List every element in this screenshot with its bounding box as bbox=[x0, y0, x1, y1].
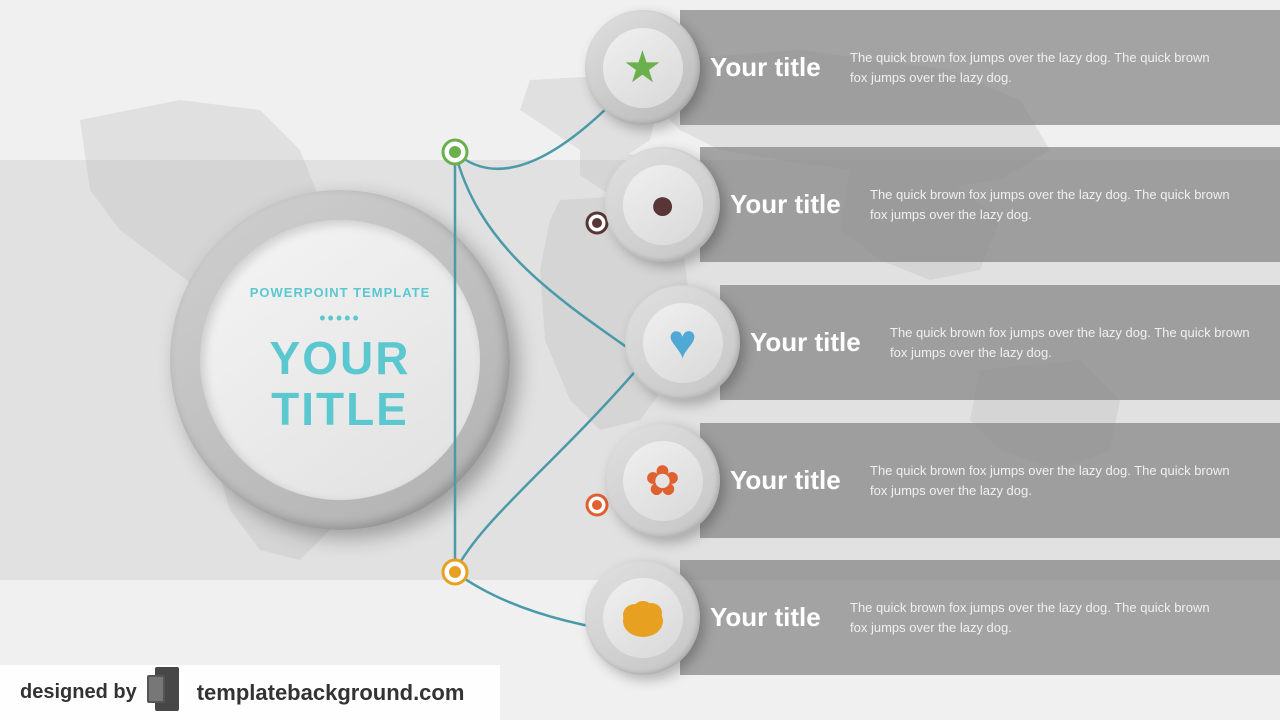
circle-icon: ● bbox=[649, 180, 676, 230]
panel-icon-inner-4: ✿ bbox=[623, 441, 703, 521]
footer-url: templatebackground.com bbox=[197, 680, 465, 706]
panel-item-4: ✿ Your title The quick brown fox jumps o… bbox=[605, 423, 1280, 538]
panel-desc-3: The quick brown fox jumps over the lazy … bbox=[890, 323, 1250, 362]
panel-desc-1: The quick brown fox jumps over the lazy … bbox=[850, 48, 1210, 87]
panel-item-5: Your title The quick brown fox jumps ove… bbox=[585, 560, 1280, 675]
panel-text-box-1: Your title The quick brown fox jumps ove… bbox=[680, 10, 1280, 125]
panel-text-box-3: Your title The quick brown fox jumps ove… bbox=[720, 285, 1280, 400]
panel-icon-circle-5 bbox=[585, 560, 700, 675]
panel-title-3: Your title bbox=[750, 327, 870, 358]
sun-icon: ✿ bbox=[645, 456, 680, 505]
panel-text-box-2: Your title The quick brown fox jumps ove… bbox=[700, 147, 1280, 262]
panel-text-box-4: Your title The quick brown fox jumps ove… bbox=[700, 423, 1280, 538]
heart-icon: ♥ bbox=[668, 315, 697, 370]
blob-icon bbox=[615, 593, 670, 643]
panel-icon-circle-4: ✿ bbox=[605, 423, 720, 538]
panel-title-4: Your title bbox=[730, 465, 850, 496]
panel-title-2: Your title bbox=[730, 189, 850, 220]
circle-dots: ••••• bbox=[319, 308, 361, 329]
circle-title: YOUR TITLE bbox=[270, 333, 411, 434]
panel-icon-inner-3: ♥ bbox=[643, 303, 723, 383]
center-circle-outer: POWERPOINT TEMPLATE ••••• YOUR TITLE bbox=[170, 190, 510, 530]
circle-subtitle: POWERPOINT TEMPLATE bbox=[250, 285, 431, 300]
panel-icon-circle-3: ♥ bbox=[625, 285, 740, 400]
panel-item-1: ★ Your title The quick brown fox jumps o… bbox=[585, 10, 1280, 125]
panel-icon-circle-2: ● bbox=[605, 147, 720, 262]
panel-icon-circle-1: ★ bbox=[585, 10, 700, 125]
panel-icon-inner-1: ★ bbox=[603, 28, 683, 108]
panel-item-3: ♥ Your title The quick brown fox jumps o… bbox=[625, 285, 1280, 400]
panel-text-box-5: Your title The quick brown fox jumps ove… bbox=[680, 560, 1280, 675]
panel-desc-4: The quick brown fox jumps over the lazy … bbox=[870, 461, 1230, 500]
footer-designed-by: designed by bbox=[20, 681, 137, 704]
star-icon: ★ bbox=[623, 42, 662, 93]
panel-desc-2: The quick brown fox jumps over the lazy … bbox=[870, 185, 1230, 224]
footer: designed by templatebackground.com bbox=[0, 665, 500, 720]
center-circle-inner: POWERPOINT TEMPLATE ••••• YOUR TITLE bbox=[200, 220, 480, 500]
panel-icon-inner-5 bbox=[603, 578, 683, 658]
panel-item-2: ● Your title The quick brown fox jumps o… bbox=[605, 147, 1280, 262]
panel-desc-5: The quick brown fox jumps over the lazy … bbox=[850, 598, 1210, 637]
panel-title-5: Your title bbox=[710, 602, 830, 633]
panel-icon-inner-2: ● bbox=[623, 165, 703, 245]
panel-title-1: Your title bbox=[710, 52, 830, 83]
right-panels: ★ Your title The quick brown fox jumps o… bbox=[610, 0, 1280, 720]
office-icon bbox=[147, 667, 187, 719]
